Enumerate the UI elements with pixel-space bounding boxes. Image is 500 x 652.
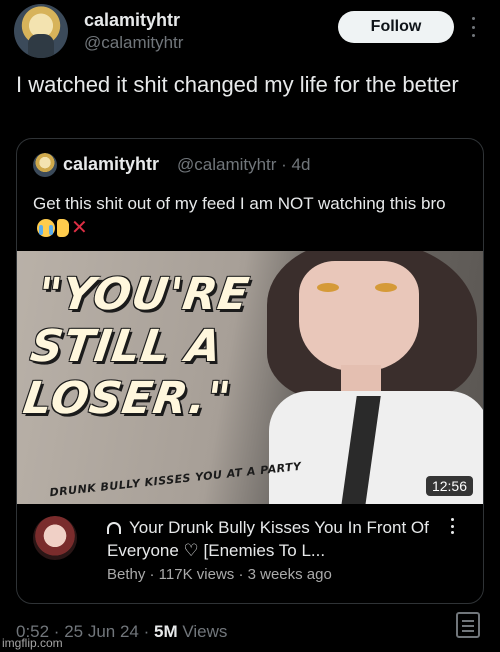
loudly-crying-face-icon bbox=[37, 219, 55, 237]
quoted-author-avatar[interactable] bbox=[33, 153, 57, 177]
cross-mark-icon: ✕ bbox=[71, 217, 88, 239]
video-metadata[interactable]: Your Drunk Bully Kisses You In Front Of … bbox=[17, 504, 483, 603]
thumbnail-title: "YOU'RE STILL A LOSER." bbox=[20, 269, 253, 424]
video-channel-info: Bethy · 117K views · 3 weeks ago bbox=[107, 566, 332, 583]
video-thumbnail[interactable]: "YOU'RE STILL A LOSER." DRUNK BULLY KISS… bbox=[17, 251, 483, 504]
quoted-author-handle-time: @calamityhtr · 4d bbox=[177, 155, 311, 174]
more-options-icon[interactable] bbox=[470, 17, 476, 37]
author-display-name[interactable]: calamityhtr bbox=[84, 10, 180, 31]
headphones-icon bbox=[107, 522, 121, 534]
analytics-icon[interactable] bbox=[456, 612, 480, 638]
quoted-tweet-card[interactable]: calamityhtr @calamityhtr · 4d Get this s… bbox=[16, 138, 484, 604]
video-more-options-icon[interactable] bbox=[451, 518, 455, 534]
tweet-text: I watched it shit changed my life for th… bbox=[16, 72, 459, 97]
tweet-header: calamityhtr @calamityhtr Follow bbox=[0, 0, 500, 60]
video-duration-badge: 12:56 bbox=[425, 476, 473, 496]
views-count: 5M bbox=[153, 622, 178, 641]
video-title-block[interactable]: Your Drunk Bully Kisses You In Front Of … bbox=[107, 516, 452, 562]
quoted-tweet-text: Get this shit out of my feed I am NOT wa… bbox=[33, 194, 446, 213]
channel-avatar[interactable] bbox=[33, 516, 77, 560]
author-avatar[interactable] bbox=[14, 4, 68, 58]
follow-button[interactable]: Follow bbox=[338, 11, 454, 43]
video-title: Your Drunk Bully Kisses You In Front Of … bbox=[107, 518, 429, 560]
watermark: imgflip.com bbox=[2, 636, 63, 650]
views-label: Views bbox=[177, 622, 228, 641]
author-handle[interactable]: @calamityhtr bbox=[84, 33, 183, 53]
thumbs-down-icon bbox=[57, 219, 69, 237]
quoted-tweet-text-block: Get this shit out of my feed I am NOT wa… bbox=[33, 191, 473, 241]
emoji-group: ✕ bbox=[37, 217, 88, 239]
quoted-author-name[interactable]: calamityhtr bbox=[63, 154, 159, 175]
